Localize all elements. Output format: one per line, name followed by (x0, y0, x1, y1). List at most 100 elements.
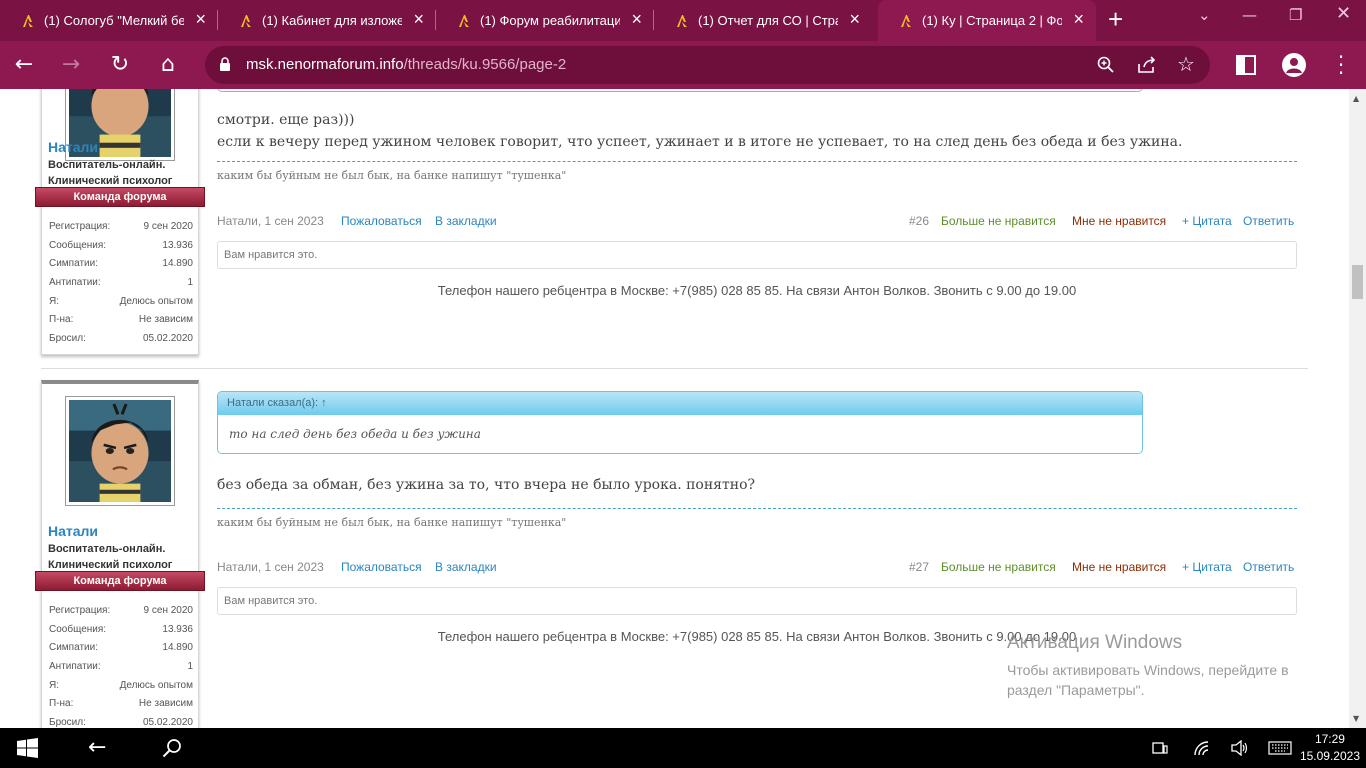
scroll-down-icon[interactable]: ▼ (1353, 714, 1359, 723)
stat-row: Антипатии: 1 (49, 277, 193, 296)
volume-icon[interactable] (1231, 740, 1249, 756)
site-favicon-icon (23, 15, 33, 27)
search-icon[interactable] (162, 738, 182, 758)
stat-row: Сообщения: 13.936 (49, 624, 193, 643)
stat-label: Регистрация: (49, 605, 111, 616)
keyboard-icon[interactable] (1268, 741, 1292, 755)
reload-icon[interactable]: ↻ (106, 51, 134, 79)
address-bar[interactable]: msk.nenormaforum.info/threads/ku.9566/pa… (205, 46, 1210, 84)
clock-time: 17:29 (1314, 732, 1345, 746)
unlike-link[interactable]: Больше не нравится (941, 560, 1056, 574)
browser-tab-active[interactable]: (1) Ку | Страница 2 | Фор × (878, 0, 1096, 41)
back-arrow-icon[interactable]: ← (88, 735, 106, 761)
stat-label: Симпатии: (49, 258, 98, 270)
forward-icon[interactable]: → (57, 51, 85, 79)
new-tab-button[interactable]: + (1108, 4, 1123, 35)
clock-date: 15.09.2023 (1299, 749, 1360, 763)
quote-link[interactable]: + Цитата (1182, 560, 1232, 574)
stat-row: Симпатии: 14.890 (49, 642, 193, 661)
share-icon[interactable] (1137, 56, 1157, 74)
home-icon[interactable]: ⌂ (154, 51, 182, 79)
scroll-up-icon[interactable]: ▲ (1353, 94, 1359, 103)
windows-activation-watermark: Активация Windows Чтобы активировать Win… (1007, 632, 1317, 700)
page-scrollbar[interactable]: ▲ ▼ (1349, 89, 1366, 728)
taskbar-clock[interactable]: 17:29 15.09.2023 (1300, 731, 1360, 765)
quote-header[interactable]: Натали сказал(а): ↑ (218, 392, 1142, 415)
quote-link[interactable]: + Цитата (1182, 214, 1232, 228)
back-icon[interactable]: ← (10, 51, 38, 79)
dislike-link[interactable]: Мне не нравится (1072, 560, 1166, 574)
post-meta: Натали, 1 сен 2023 Пожаловаться В заклад… (217, 560, 1297, 576)
user-avatar[interactable] (65, 396, 175, 506)
stat-row: Сообщения: 13.936 (49, 240, 193, 259)
stat-label: Бросил: (49, 333, 86, 345)
tab-close-icon[interactable]: × (1073, 9, 1084, 29)
network-icon[interactable] (1193, 740, 1209, 756)
stat-label: Регистрация: (49, 221, 111, 232)
tab-title: (1) Сологуб "Мелкий бес (44, 13, 184, 28)
stat-value: 13.936 (162, 239, 193, 251)
stat-label: П-на: (49, 698, 74, 710)
tab-close-icon[interactable]: × (631, 9, 642, 29)
tab-close-icon[interactable]: × (849, 9, 860, 29)
quote-text: то на след день без обеда и без ужина (218, 415, 1142, 453)
stat-row: Регистрация: 9 сен 2020 (49, 605, 193, 624)
post-number[interactable]: #27 (909, 560, 929, 574)
bookmark-link[interactable]: В закладки (435, 560, 497, 574)
stat-value: Не зависим (138, 314, 193, 326)
signature: каким бы буйным не был бык, на банке нап… (217, 161, 1297, 182)
stat-row: Бросил: 05.02.2020 (49, 717, 193, 728)
browser-tab[interactable]: (1) Сологуб "Мелкий бес × (0, 0, 218, 41)
message-line: если к вечеру перед ужином человек говор… (217, 134, 1183, 150)
watermark-subtitle: Чтобы активировать Windows, перейдите в … (1007, 662, 1289, 698)
bookmark-link[interactable]: В закладки (435, 214, 497, 228)
reply-link[interactable]: Ответить (1243, 214, 1294, 228)
report-link[interactable]: Пожаловаться (341, 214, 422, 228)
menu-kebab-icon[interactable]: · · · (1336, 47, 1346, 83)
username-link[interactable]: Натали (48, 523, 98, 539)
username-link[interactable]: Натали (48, 139, 98, 155)
device-icon[interactable] (1152, 741, 1168, 755)
site-favicon-icon (459, 15, 469, 27)
signature: каким бы буйным не был бык, на банке нап… (217, 508, 1297, 529)
browser-tab[interactable]: (1) Форум реабилитацио × (436, 0, 654, 41)
tab-close-icon[interactable]: × (195, 9, 206, 29)
report-link[interactable]: Пожаловаться (341, 560, 422, 574)
site-favicon-icon (241, 15, 251, 27)
stat-label: Я: (49, 679, 59, 691)
lock-icon (220, 57, 230, 71)
stat-label: Симпатии: (49, 642, 98, 654)
stat-value: Не зависим (138, 698, 193, 710)
browser-tab[interactable]: (1) Кабинет для изложен × (218, 0, 436, 41)
bookmark-star-icon[interactable]: ☆ (1177, 52, 1195, 76)
user-stats: Регистрация: 9 сен 2020 Сообщения: 13.936 … (49, 605, 193, 728)
tab-search-icon[interactable]: ⌄ (1198, 6, 1211, 24)
post-date[interactable]: Натали, 1 сен 2023 (217, 560, 324, 574)
post-meta: Натали, 1 сен 2023 Пожаловаться В заклад… (217, 214, 1297, 230)
windows-start-icon[interactable] (17, 738, 38, 758)
side-panel-icon[interactable] (1236, 55, 1256, 75)
stat-label: Антипатии: (49, 661, 101, 673)
close-window-icon[interactable]: ✕ (1336, 3, 1351, 24)
site-favicon-icon (901, 15, 911, 27)
scrollbar-thumb[interactable] (1352, 265, 1363, 299)
profile-avatar-icon[interactable] (1282, 53, 1306, 77)
zoom-icon[interactable] (1097, 56, 1115, 74)
reply-link[interactable]: Ответить (1243, 560, 1294, 574)
url-text: msk.nenormaforum.info/threads/ku.9566/pa… (246, 56, 566, 73)
browser-tab[interactable]: (1) Отчет для СО | Стран × (654, 0, 872, 41)
stat-label: П-на: (49, 314, 74, 326)
user-title-line: Клинический психолог (48, 175, 173, 187)
user-stats: Регистрация: 9 сен 2020 Сообщения: 13.936 … (49, 221, 193, 352)
tab-close-icon[interactable]: × (413, 9, 424, 29)
minimize-icon[interactable]: — (1242, 6, 1257, 24)
message-line: без обеда за обман, без ужина за то, что… (217, 477, 756, 493)
unlike-link[interactable]: Больше не нравится (941, 214, 1056, 228)
post-date[interactable]: Натали, 1 сен 2023 (217, 214, 324, 228)
stat-label: Сообщения: (49, 623, 107, 635)
restore-icon[interactable]: ❐ (1289, 6, 1302, 24)
stat-row: Антипатии: 1 (49, 661, 193, 680)
quote-box: Натали сказал(а): ↑ то на след день без … (217, 391, 1143, 454)
post-number[interactable]: #26 (909, 214, 929, 228)
dislike-link[interactable]: Мне не нравится (1072, 214, 1166, 228)
